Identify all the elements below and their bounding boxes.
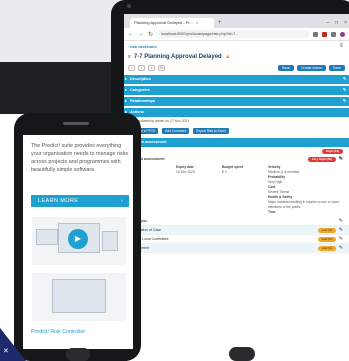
create-action-button[interactable]: Create Action xyxy=(297,65,327,71)
browser-tab[interactable]: Planning Approval Delayed - Pr... × xyxy=(130,18,214,28)
grid-label: Time xyxy=(268,210,276,214)
back-icon[interactable]: ← xyxy=(128,31,134,37)
title-row: ≡ 7-7 Planning Approval Delayed ▲ xyxy=(124,51,349,63)
phone-speaker xyxy=(63,122,89,125)
list-item[interactable]: Preparation of Case Low (4) ✎ xyxy=(124,226,349,235)
risk-controller-link[interactable]: Predict! Risk Controller xyxy=(31,329,85,335)
monitor-illustration xyxy=(52,279,106,313)
save-button[interactable]: Save xyxy=(278,65,294,71)
minimize-icon[interactable]: – xyxy=(326,18,329,28)
edit-icon[interactable]: ✎ xyxy=(339,236,343,242)
edit-icon[interactable]: ✎ xyxy=(339,156,343,162)
prev-icon[interactable]: ‹ xyxy=(128,65,135,71)
chevron-right-icon: › xyxy=(120,198,123,204)
assessment-grid: Date Expiry date Budget spent Velocity 2… xyxy=(124,163,349,217)
status-badge: Low (4) xyxy=(317,227,336,233)
save-button-2[interactable]: Save xyxy=(329,65,345,71)
list-item[interactable]: Assessment Low (4) ✎ xyxy=(124,244,349,253)
corner-decoration xyxy=(0,328,26,361)
grid-value: Major incident resulting in injuries to … xyxy=(268,200,340,209)
section-description[interactable]: Description ✎ xyxy=(124,75,349,84)
phone-screen: The Predict! suite provides everything y… xyxy=(23,135,133,349)
status-badge: Low (6) xyxy=(317,236,336,242)
tablet-screen: Planning Approval Delayed - Pr... × + – … xyxy=(124,14,349,361)
maximize-icon[interactable]: □ xyxy=(335,18,338,28)
browser-tab-bar: Planning Approval Delayed - Pr... × + – … xyxy=(124,14,349,28)
edit-icon[interactable]: ✎ xyxy=(343,75,346,84)
edit-icon[interactable]: ✎ xyxy=(343,97,346,106)
assessment-row: Risk High (15) xyxy=(124,147,349,155)
extension-icon[interactable] xyxy=(331,31,336,37)
url-field[interactable]: localhost:8000/pro/lucas/page/risk.php?i… xyxy=(157,30,309,38)
new-tab-button[interactable]: + xyxy=(218,18,222,28)
tab-title: Planning Approval Delayed - Pr... xyxy=(134,20,193,25)
refresh-icon[interactable]: ↻ xyxy=(158,65,165,71)
edit-icon[interactable]: ✎ xyxy=(339,245,343,251)
list-item[interactable]: Update Local Committee Low (6) ✎ xyxy=(124,235,349,244)
section-label: Categories xyxy=(130,88,150,92)
tablet-illustration xyxy=(102,231,118,251)
section-label: Description xyxy=(130,77,151,81)
next-icon[interactable]: › xyxy=(138,65,145,71)
tablet-home-button xyxy=(229,347,255,361)
extension-icon[interactable] xyxy=(313,31,318,37)
learn-more-button[interactable]: LEARN MORE › xyxy=(31,195,129,207)
extension-icon[interactable] xyxy=(322,31,327,37)
export-risk-button[interactable]: Export Risk to Excel xyxy=(193,128,229,134)
list-item[interactable]: Target plan ✎ xyxy=(124,217,349,226)
page-title: 7-7 Planning Approval Delayed xyxy=(133,54,222,60)
video-thumbnail[interactable]: ▶ xyxy=(32,217,126,265)
toolbar: ‹ › ≡ ↻ Save Create Action Save xyxy=(124,63,349,73)
section-categories[interactable]: Categories ✎ xyxy=(124,86,349,95)
monitor-illustration xyxy=(36,229,58,245)
assessment-row: Current assessment Very High (20) ✎ xyxy=(124,155,349,163)
learn-more-label: LEARN MORE xyxy=(38,198,79,204)
section-relationships[interactable]: Relationships ✎ xyxy=(124,97,349,106)
status-badge: Very High (20) xyxy=(307,156,336,162)
edit-icon[interactable]: ✎ xyxy=(339,227,343,233)
product-thumbnail[interactable] xyxy=(32,273,126,321)
address-bar: ← → ↻ localhost:8000/pro/lucas/page/risk… xyxy=(124,28,349,41)
reload-icon[interactable]: ↻ xyxy=(148,31,153,38)
sidebar-toggle-icon[interactable]: ≡ xyxy=(128,54,131,60)
menu-icon[interactable]: ≡ xyxy=(339,43,343,49)
close-window-icon[interactable]: × xyxy=(344,18,347,28)
status-badge: High (15) xyxy=(322,148,343,154)
phone-home-button xyxy=(66,348,90,361)
section-current-assessment[interactable]: Current assessment xyxy=(124,138,349,147)
status-badge: Low (4) xyxy=(317,245,336,251)
edit-icon[interactable]: ✎ xyxy=(339,218,343,224)
list-icon[interactable]: ≡ xyxy=(148,65,155,71)
profile-avatar-icon[interactable] xyxy=(340,31,345,37)
window-controls: – □ × xyxy=(326,18,347,28)
tablet-camera xyxy=(127,4,131,8)
edit-icon[interactable]: ✎ xyxy=(343,86,346,95)
close-tab-icon[interactable]: × xyxy=(196,18,198,28)
action-buttons: Create a PPTX Add Comment Export Risk to… xyxy=(124,126,349,136)
add-comment-button[interactable]: Add Comment xyxy=(162,128,190,134)
section-label: Actions xyxy=(130,110,144,114)
phone-intro-text: The Predict! suite provides everything y… xyxy=(31,143,129,173)
section-actions[interactable]: Actions xyxy=(124,108,349,117)
actions-text: Last updated by admin on 17 Nov 2021 xyxy=(130,119,190,123)
app-logo[interactable]: risk decisions xyxy=(130,44,157,49)
app-header: risk decisions ≡ xyxy=(124,41,349,51)
play-icon[interactable]: ▶ xyxy=(68,229,88,249)
brand-mark-icon: ✕ xyxy=(3,348,9,355)
forward-icon[interactable]: → xyxy=(138,31,144,37)
warning-icon: ▲ xyxy=(224,54,231,60)
section-label: Relationships xyxy=(130,99,155,103)
